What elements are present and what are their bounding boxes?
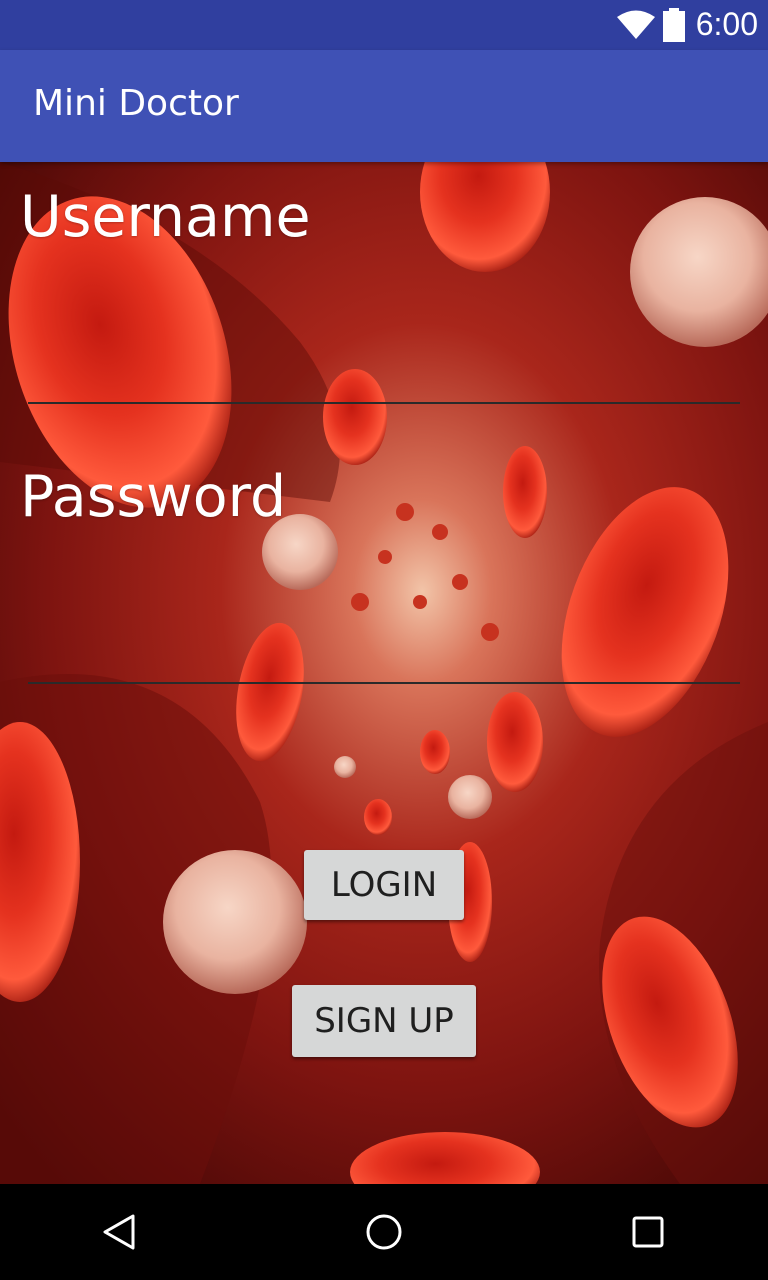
login-screen: Username Password LOGIN SIGN UP [0, 162, 768, 1184]
status-bar: 6:00 [0, 0, 768, 50]
username-label: Username [20, 184, 311, 250]
password-input[interactable] [28, 624, 740, 684]
recents-icon[interactable] [628, 1212, 668, 1252]
app-bar: Mini Doctor [0, 50, 768, 162]
home-icon[interactable] [364, 1212, 404, 1252]
sign-up-button[interactable]: SIGN UP [292, 985, 476, 1057]
battery-icon [663, 8, 685, 42]
wifi-icon [617, 10, 655, 39]
back-icon[interactable] [100, 1212, 140, 1252]
username-input[interactable] [28, 344, 740, 404]
status-time: 6:00 [695, 6, 758, 42]
login-button[interactable]: LOGIN [304, 850, 464, 920]
navigation-bar [0, 1184, 768, 1280]
password-label: Password [20, 464, 287, 530]
app-title: Mini Doctor [33, 83, 239, 124]
